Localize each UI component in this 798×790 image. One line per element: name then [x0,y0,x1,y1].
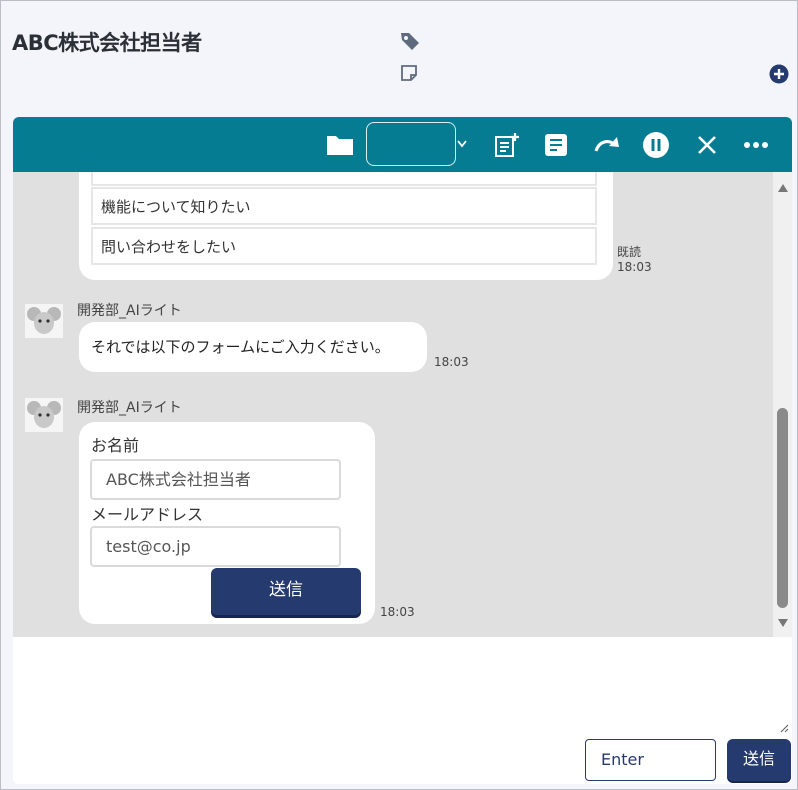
document-icon[interactable] [542,131,570,159]
page-title: ABC株式会社担当者 [12,31,202,55]
chat-toolbar [13,117,792,172]
message-bubble: それでは以下のフォームにご入力ください。 [79,322,427,372]
list-item[interactable]: 問い合わせをしたい [91,227,597,265]
read-receipt: 既読 18:03 [617,245,652,275]
read-time: 18:03 [617,260,652,274]
chat-window: ABC株式会社担当者 機能について知りたい 問い合わせをしたい 既読 18:03… [0,0,798,790]
avatar [25,304,63,338]
form-submit-button[interactable]: 送信 [211,568,361,615]
compose-area[interactable]: Enter 送信 [13,637,792,784]
sender-name: 開発部_AIライト [77,400,182,416]
scroll-down-arrow-icon[interactable] [778,619,788,627]
avatar [25,398,63,432]
enter-mode-select[interactable]: Enter [585,739,716,781]
plus-circle-icon[interactable] [769,64,789,84]
note-add-icon[interactable] [493,131,521,159]
read-label: 既読 [617,245,642,259]
resize-grip-icon[interactable] [779,723,789,733]
message-list[interactable]: 機能について知りたい 問い合わせをしたい 既読 18:03 開発部_AIライト … [13,172,792,637]
redo-icon[interactable] [593,131,621,159]
message-time: 18:03 [434,355,469,369]
pause-icon[interactable] [642,131,670,159]
more-icon[interactable] [742,131,770,159]
scroll-thumb[interactable] [777,408,788,608]
sticky-note-icon[interactable] [400,64,418,82]
list-item[interactable]: 機能について知りたい [91,187,597,225]
scroll-up-arrow-icon[interactable] [778,184,788,192]
tag-icon[interactable] [399,30,421,52]
status-select[interactable] [366,122,456,166]
message-time: 18:03 [380,605,415,619]
folder-icon[interactable] [326,131,354,159]
message-text: それでは以下のフォームにご入力ください。 [91,338,390,356]
sender-name: 開発部_AIライト [77,303,182,319]
option-list-bubble: 機能について知りたい 問い合わせをしたい [79,172,613,280]
chat-panel: 機能について知りたい 問い合わせをしたい 既読 18:03 開発部_AIライト … [13,117,792,784]
email-field[interactable]: test@co.jp [90,526,341,567]
email-label: メールアドレス [91,505,204,524]
name-label: お名前 [91,436,140,455]
chevron-down-icon[interactable] [456,139,468,149]
name-field[interactable]: ABC株式会社担当者 [90,459,341,500]
send-button[interactable]: 送信 [727,739,791,781]
scrollbar[interactable] [773,172,792,637]
form-bubble: お名前 ABC株式会社担当者 メールアドレス test@co.jp 送信 [79,422,375,624]
list-item[interactable] [91,172,597,186]
close-icon[interactable] [693,131,721,159]
